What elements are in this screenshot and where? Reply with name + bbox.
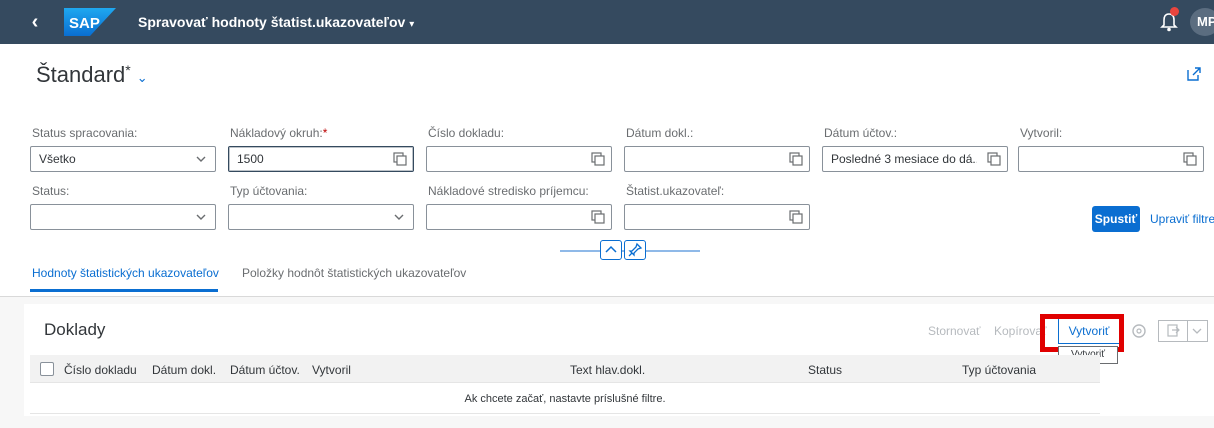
cislo-dokladu-input[interactable] [426,146,612,172]
nakladovy-okruh-input[interactable]: 1500 [228,146,414,172]
adapt-filters-link[interactable]: Upraviť filtre (2) [1150,212,1214,226]
filter-label-nakladove-stredisko: Nákladové stredisko príjemcu: [428,184,589,198]
active-tab-indicator [30,289,218,292]
export-menu-button[interactable] [1188,320,1208,342]
variant-modified-marker: * [125,62,131,78]
select-all-checkbox[interactable] [40,362,54,376]
filter-label-status: Status: [32,184,70,198]
go-button[interactable]: Spustiť [1092,206,1140,232]
chevron-up-icon [605,245,617,253]
nakladovy-okruh-value: 1500 [237,152,264,166]
pin-header-button[interactable] [624,240,646,260]
variant-name: Štandard [36,62,126,87]
datum-dokl-input[interactable] [624,146,810,172]
title-dropdown-icon: ▾ [409,19,415,30]
settings-icon[interactable] [1130,320,1148,342]
tab-hodnoty[interactable]: Hodnoty štatistických ukazovateľov [32,266,219,280]
column-header-typ-uctovania[interactable]: Typ účtovania [962,363,1036,377]
filter-label-statist-ukazovatel: Štatist.ukazovateľ: [626,184,725,198]
datum-uctov-input[interactable]: Posledné 3 mesiace do dá... [822,146,1008,172]
variant-management[interactable]: Štandard* ⌄ [36,62,148,88]
value-help-icon[interactable] [591,152,605,166]
variant-chevron-icon: ⌄ [136,70,148,85]
no-data-message: Ak chcete začať, nastavte príslušné filt… [30,384,1100,414]
chevron-down-icon [196,214,206,220]
tab-polozky[interactable]: Položky hodnôt štatistických ukazovateľo… [242,266,466,280]
status-select[interactable] [30,204,216,230]
user-avatar[interactable]: MP [1190,8,1214,36]
filter-label-cislo-dokladu: Číslo dokladu: [428,126,505,140]
column-header-vytvoril[interactable]: Vytvoril [312,363,351,377]
value-help-icon[interactable] [987,152,1001,166]
vytvoril-input[interactable] [1018,146,1204,172]
status-spracovania-select[interactable]: Všetko [30,146,216,172]
value-help-icon[interactable] [1183,152,1197,166]
statist-ukazovatel-input[interactable] [624,204,810,230]
shell-bar: ‹ SAP Spravovať hodnoty štatist.ukazovat… [0,0,1214,44]
column-header-status[interactable]: Status [808,363,842,377]
chevron-down-icon [394,214,404,220]
notification-badge [1170,7,1179,16]
column-header-datum-dokl[interactable]: Dátum dokl. [152,363,216,377]
status-spracovania-value: Všetko [39,152,76,166]
value-help-icon[interactable] [789,152,803,166]
storno-button[interactable]: Stornovať [928,324,981,338]
copy-button[interactable]: Kopírovať [994,324,1047,338]
table-title: Doklady [44,320,106,339]
value-help-icon[interactable] [591,210,605,224]
filter-label-nakladovy-okruh: Nákladový okruh:* [230,126,328,140]
filter-label-datum-dokl: Dátum dokl.: [626,126,694,140]
datum-uctov-value: Posledné 3 mesiace do dá... [831,152,977,166]
chevron-down-icon [1192,328,1202,334]
export-button[interactable] [1158,320,1188,342]
sap-logo[interactable]: SAP [64,8,116,36]
share-icon[interactable] [1186,66,1202,82]
filter-label-datum-uctov: Dátum účtov.: [824,126,898,140]
column-header-text-hlav-dokl[interactable]: Text hlav.dokl. [570,363,645,377]
column-header-cislo-dokladu[interactable]: Číslo dokladu [64,363,137,377]
nakladove-stredisko-input[interactable] [426,204,612,230]
filter-label-typ-uctovania: Typ účtovania: [230,184,308,198]
app-title[interactable]: Spravovať hodnoty štatist.ukazovateľov ▾ [138,14,414,30]
value-help-icon[interactable] [789,210,803,224]
filter-label-vytvoril: Vytvoril: [1020,126,1063,140]
svg-text:SAP: SAP [69,15,100,32]
back-button[interactable]: ‹ [24,10,46,34]
export-icon [1167,324,1180,337]
filter-label-status-spracovania: Status spracovania: [32,126,138,140]
value-help-icon[interactable] [393,152,407,166]
collapse-header-button[interactable] [600,240,622,260]
pin-icon [628,242,643,257]
chevron-down-icon [196,156,206,162]
column-header-datum-uctov[interactable]: Dátum účtov. [230,363,300,377]
typ-uctovania-select[interactable] [228,204,414,230]
